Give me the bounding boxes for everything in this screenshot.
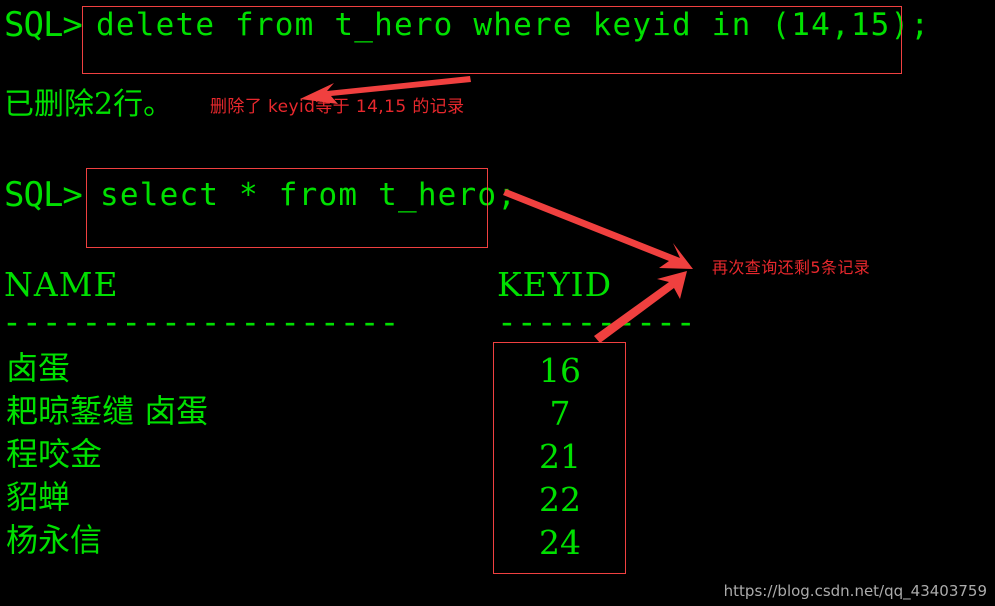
table-row-name-2: 耙晾錾缱 卤蛋 [6, 392, 209, 430]
blog-watermark: https://blog.csdn.net/qq_43403759 [723, 582, 987, 600]
column-rule-name: -------------------- [2, 302, 400, 341]
highlight-box-select-statement [86, 168, 488, 248]
highlight-box-delete-statement [82, 6, 902, 74]
delete-result-text: 已删除2行。 [4, 87, 174, 122]
sql-prompt-line-2: SQL> [4, 175, 83, 215]
table-row-name-1: 卤蛋 [6, 349, 71, 387]
sql-prompt-line-1: SQL> [4, 5, 83, 45]
highlight-box-keyid-values [493, 342, 626, 574]
terminal-screenshot: SQL> delete from t_hero where keyid in (… [0, 0, 995, 606]
column-header-keyid: KEYID [497, 265, 613, 304]
table-row-name-5: 杨永信 [6, 521, 103, 559]
table-row-name-4: 貂蝉 [6, 478, 71, 516]
annotation-delete-note: 删除了 keyid等于 14,15 的记录 [210, 97, 465, 117]
table-row-name-3: 程咬金 [6, 435, 103, 473]
column-rule-keyid: ---------- [497, 302, 696, 341]
annotation-select-note: 再次查询还剩5条记录 [712, 258, 871, 277]
arrow-select-statement [503, 189, 693, 269]
column-header-name: NAME [4, 265, 119, 304]
